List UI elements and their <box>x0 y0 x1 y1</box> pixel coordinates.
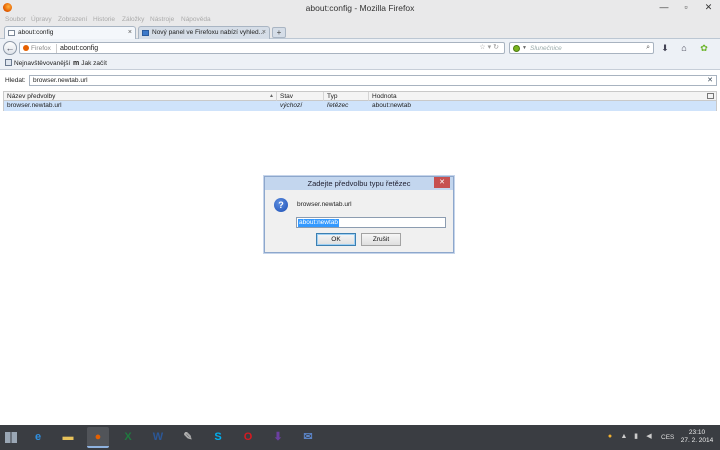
search-input[interactable]: Slunečnice <box>530 44 562 53</box>
table-header: Název předvolby ▲ Stav Typ Hodnota <box>3 91 717 101</box>
menu-tools[interactable]: Nástroje <box>150 15 174 25</box>
dialog-title: Zadejte předvolbu typu řetězec <box>307 179 411 188</box>
preferences-table: Název předvolby ▲ Stav Typ Hodnota brows… <box>3 91 717 111</box>
menu-bar: Soubor Úpravy Zobrazení Historie Záložky… <box>0 15 720 25</box>
url-bar[interactable]: Firefox about:config ☆▾↻ <box>19 42 505 54</box>
windows-icon <box>5 432 17 443</box>
menu-history[interactable]: Historie <box>93 15 115 25</box>
page-icon <box>142 30 149 36</box>
network-icon[interactable]: ▮ <box>632 433 640 441</box>
opera-icon[interactable]: O <box>237 427 259 448</box>
ok-button[interactable]: OK <box>316 233 356 246</box>
clock-date: 27. 2. 2014 <box>680 437 714 444</box>
maximize-button[interactable]: ▫ <box>676 0 696 14</box>
pref-value: about:newtab <box>372 102 412 109</box>
pref-status: výchozí <box>280 102 303 109</box>
downloads-icon[interactable]: ⬇ <box>659 42 671 54</box>
pref-name: browser.newtab.url <box>7 102 62 109</box>
menu-view[interactable]: Zobrazení <box>58 15 87 25</box>
home-icon[interactable]: ⌂ <box>678 42 690 54</box>
pref-type: řetězec <box>327 102 349 109</box>
tray-app-icon[interactable]: ● <box>606 433 614 441</box>
reload-icon[interactable]: ↻ <box>493 44 501 51</box>
site-identity[interactable]: Firefox <box>23 44 51 53</box>
question-icon: ? <box>274 198 288 212</box>
string-preference-dialog: Zadejte předvolbu typu řetězec ✕ ? brows… <box>264 176 454 253</box>
close-window-button[interactable]: ✕ <box>697 0 720 14</box>
title-bar: about:config - Mozilla Firefox — ▫ ✕ <box>0 0 720 15</box>
thunderbird-icon[interactable]: ✉ <box>297 427 319 448</box>
back-button[interactable]: ← <box>3 41 17 55</box>
language-indicator[interactable]: CES <box>661 425 674 450</box>
volume-icon[interactable]: ◀ <box>645 433 653 441</box>
url-text[interactable]: about:config <box>56 44 98 53</box>
taskbar: e ▬ ● X W ✎ S O ⬇ ✉ ● ▲ ▮ ◀ CES 23:10 27. 2. 2014 <box>0 425 720 450</box>
menu-edit[interactable]: Úpravy <box>31 15 52 25</box>
search-icon[interactable]: ⌕ <box>646 43 650 53</box>
excel-icon[interactable]: X <box>117 427 139 448</box>
preference-value-input[interactable]: about:newtab <box>296 217 446 228</box>
filter-value: browser.newtab.url <box>33 77 88 84</box>
bookmark-star-icon[interactable]: ☆ <box>479 44 487 51</box>
navigation-bar: ← Firefox about:config ☆▾↻ ▼ Slunečnice … <box>0 39 720 57</box>
bookmark-getting-started[interactable]: m Jak začít <box>73 59 107 68</box>
clear-filter-icon[interactable]: ✕ <box>707 76 713 85</box>
skype-icon[interactable]: S <box>207 427 229 448</box>
addon-icon[interactable]: ✿ <box>698 42 710 54</box>
firefox-icon[interactable]: ● <box>87 427 109 448</box>
start-button[interactable] <box>0 425 23 450</box>
tab-label: about:config <box>18 29 54 36</box>
search-bar[interactable]: ▼ Slunečnice ⌕ <box>509 42 654 54</box>
close-tab-icon[interactable]: × <box>128 27 132 39</box>
mozilla-icon: m <box>73 60 80 67</box>
filter-row: Hledat: browser.newtab.url ✕ <box>0 71 720 89</box>
tab-strip: about:config × Nový panel ve Firefoxu na… <box>0 25 720 39</box>
window-title: about:config - Mozilla Firefox <box>305 3 415 13</box>
menu-help[interactable]: Nápověda <box>181 15 211 25</box>
dialog-prompt: browser.newtab.url <box>297 201 352 208</box>
tab-label: Nový panel ve Firefoxu nabízí vyhled... <box>152 29 265 36</box>
ie-icon[interactable]: e <box>27 427 49 448</box>
new-tab-button[interactable]: + <box>272 27 286 38</box>
dialog-titlebar[interactable]: Zadejte předvolbu typu řetězec ✕ <box>265 177 453 190</box>
search-engine-icon[interactable] <box>513 45 520 52</box>
firefox-icon <box>23 45 29 51</box>
dialog-close-button[interactable]: ✕ <box>434 177 450 188</box>
clock[interactable]: 23:10 27. 2. 2014 <box>677 429 717 445</box>
paint-icon[interactable]: ✎ <box>177 427 199 448</box>
page-icon <box>8 30 15 36</box>
folder-icon <box>5 59 12 66</box>
download-icon[interactable]: ⬇ <box>267 427 289 448</box>
column-header-name[interactable]: Název předvolby <box>4 92 277 101</box>
cancel-button[interactable]: Zrušit <box>361 233 401 246</box>
bookmark-most-visited[interactable]: Nejnavštěvovanější <box>5 59 70 68</box>
clock-time: 23:10 <box>688 429 706 436</box>
chevron-down-icon[interactable]: ▼ <box>522 43 527 53</box>
bookmarks-toolbar: Nejnavštěvovanější m Jak začít <box>0 57 720 70</box>
table-row[interactable]: browser.newtab.url výchozí řetězec about… <box>3 101 717 111</box>
filter-input[interactable]: browser.newtab.url ✕ <box>29 75 717 86</box>
selected-value-text: about:newtab <box>298 219 340 227</box>
explorer-icon[interactable]: ▬ <box>57 427 79 448</box>
minimize-button[interactable]: — <box>654 0 674 14</box>
tab-about-config[interactable]: about:config × <box>4 26 136 39</box>
tab-new-panel-article[interactable]: Nový panel ve Firefoxu nabízí vyhled... … <box>138 26 270 39</box>
menu-bookmarks[interactable]: Záložky <box>122 15 144 25</box>
column-picker-icon[interactable] <box>707 93 714 99</box>
word-icon[interactable]: W <box>147 427 169 448</box>
column-header-type[interactable]: Typ <box>324 92 369 101</box>
menu-file[interactable]: Soubor <box>5 15 26 25</box>
filter-label: Hledat: <box>5 77 26 84</box>
close-tab-icon[interactable]: × <box>262 27 266 39</box>
column-header-value[interactable]: Hodnota <box>369 92 704 101</box>
sort-ascending-icon: ▲ <box>269 93 274 99</box>
url-bar-icons: ☆▾↻ <box>479 43 501 53</box>
column-header-status[interactable]: Stav <box>277 92 324 101</box>
tray-chevron-up-icon[interactable]: ▲ <box>620 433 628 441</box>
